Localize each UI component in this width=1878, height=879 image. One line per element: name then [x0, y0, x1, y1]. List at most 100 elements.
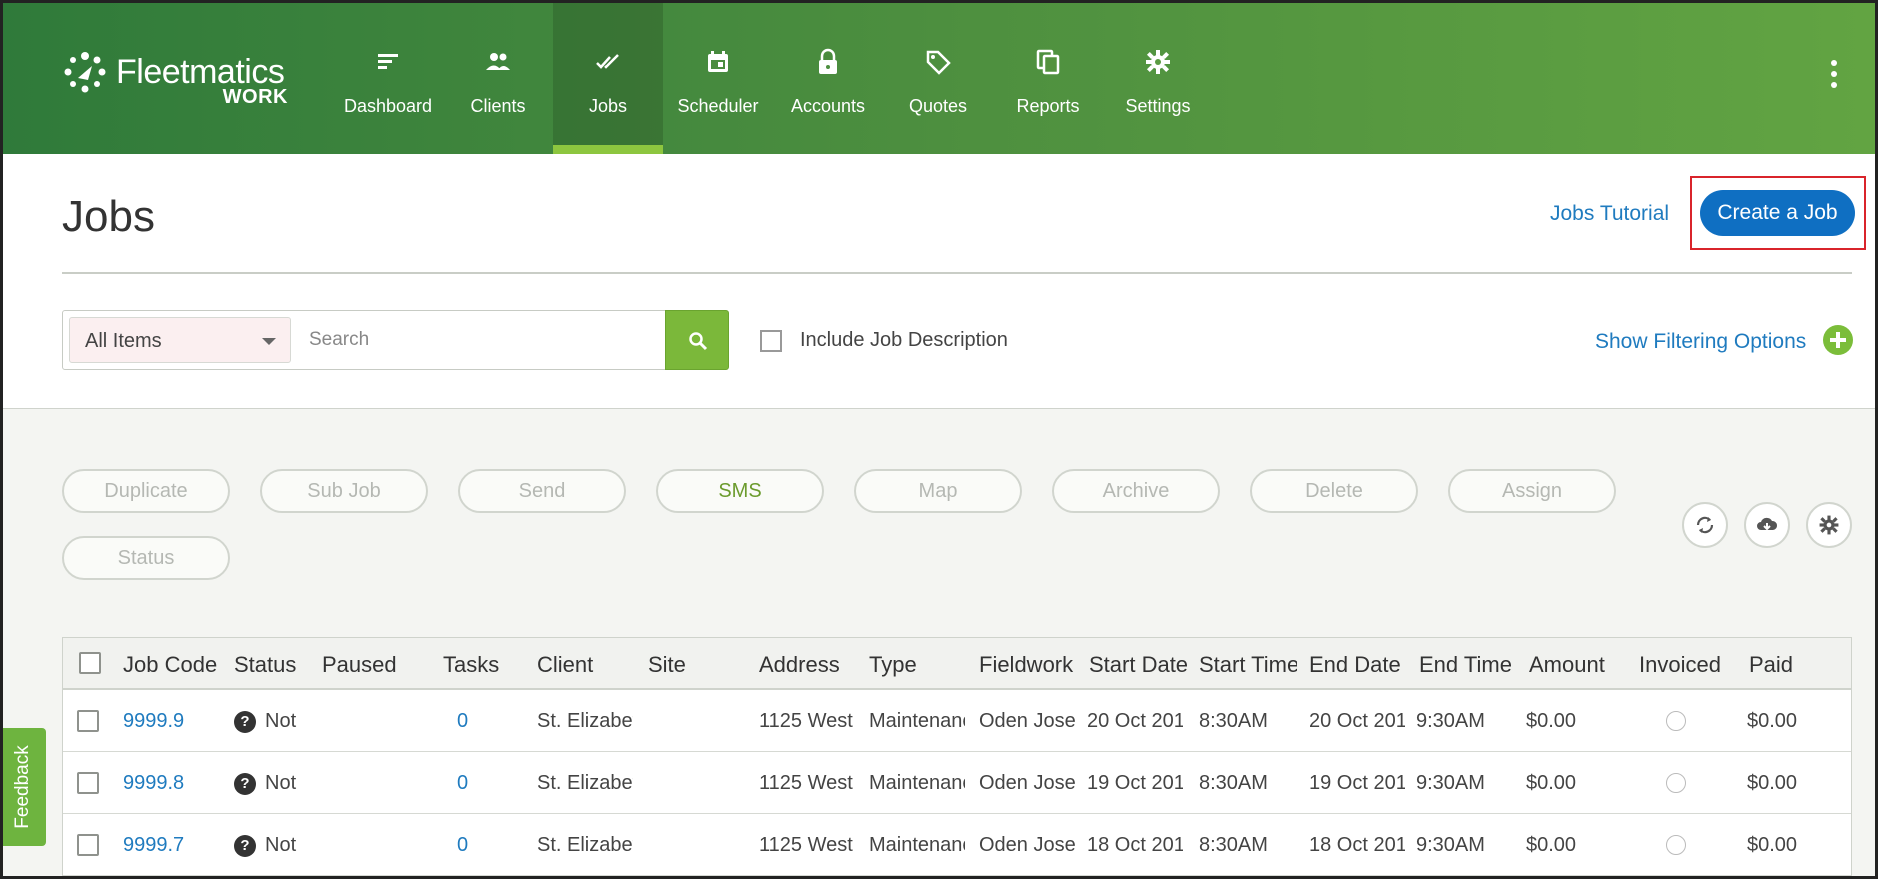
end-time-cell: 9:30AM	[1416, 710, 1485, 732]
delete-button[interactable]: Delete	[1250, 469, 1418, 513]
tasks-link[interactable]: 0	[457, 710, 497, 733]
column-header[interactable]: Job Code	[123, 652, 223, 678]
start-date-cell: 19 Oct 2017	[1087, 772, 1183, 794]
plus-circle-icon[interactable]	[1823, 325, 1853, 355]
nav-accounts[interactable]: Accounts	[773, 0, 883, 154]
more-menu-icon[interactable]	[1822, 60, 1846, 96]
tasks-link[interactable]: 0	[457, 834, 497, 857]
fleetmatics-logo[interactable]: Fleetmatics WORK	[62, 50, 302, 110]
logo-dots-icon	[64, 52, 106, 93]
invoiced-radio[interactable]	[1666, 835, 1686, 855]
question-icon: ?	[234, 835, 256, 857]
column-header[interactable]: Start Time	[1199, 652, 1297, 678]
lock-icon	[819, 48, 837, 74]
amount-cell: $0.00	[1526, 772, 1577, 794]
job-code-link[interactable]: 9999.8	[123, 772, 223, 795]
type-cell: Maintenance	[869, 710, 965, 732]
copy-icon	[1036, 49, 1060, 75]
gear-icon	[1819, 515, 1839, 535]
brand-sub: WORK	[222, 86, 288, 108]
nav-reports[interactable]: Reports	[993, 0, 1103, 154]
sms-button[interactable]: SMS	[656, 469, 824, 513]
page-header: Jobs Jobs Tutorial Create a Job All Item…	[0, 154, 1878, 409]
question-icon: ?	[234, 711, 256, 733]
create-job-button[interactable]: Create a Job	[1700, 190, 1855, 236]
column-header[interactable]: Status	[234, 652, 312, 678]
table-row[interactable]: 9999.8 ? Not 0 St. Elizabeth 1125 West M…	[63, 752, 1851, 814]
nav-label: Reports	[1016, 96, 1080, 116]
address-cell: 1125 West	[759, 710, 853, 732]
table-row[interactable]: 9999.9 ? Not 0 St. Elizabeth 1125 West M…	[63, 690, 1851, 752]
status-cell: Not	[265, 772, 297, 794]
invoiced-radio[interactable]	[1666, 773, 1686, 793]
column-header[interactable]: Tasks	[443, 652, 521, 678]
column-header[interactable]: End Time	[1419, 652, 1519, 678]
include-description-checkbox[interactable]	[760, 330, 782, 352]
address-cell: 1125 West	[759, 772, 853, 794]
dashboard-icon	[378, 54, 398, 69]
invoiced-radio[interactable]	[1666, 711, 1686, 731]
client-cell: St. Elizabeth	[537, 772, 633, 794]
jobs-tutorial-link[interactable]: Jobs Tutorial	[1550, 202, 1669, 226]
download-button[interactable]	[1744, 502, 1790, 548]
nav-settings[interactable]: Settings	[1103, 0, 1213, 154]
column-header[interactable]: Paid	[1749, 652, 1839, 678]
end-date-cell: 18 Oct 2017	[1309, 834, 1405, 856]
start-time-cell: 8:30AM	[1199, 710, 1268, 732]
nav-dashboard[interactable]: Dashboard	[333, 0, 443, 154]
end-time-cell: 9:30AM	[1416, 772, 1485, 794]
jobs-table: Job Code Status Paused Tasks Client Site…	[62, 637, 1852, 876]
row-checkbox[interactable]	[77, 834, 99, 856]
row-checkbox[interactable]	[77, 710, 99, 732]
show-filtering-options-link[interactable]: Show Filtering Options	[1595, 330, 1806, 354]
type-cell: Maintenance	[869, 772, 965, 794]
start-time-cell: 8:30AM	[1199, 772, 1268, 794]
nav-clients[interactable]: Clients	[443, 0, 553, 154]
item-filter-select[interactable]: All Items	[69, 317, 291, 363]
start-date-cell: 20 Oct 2017	[1087, 710, 1183, 732]
table-settings-button[interactable]	[1806, 502, 1852, 548]
start-date-cell: 18 Oct 2017	[1087, 834, 1183, 856]
column-header[interactable]: Paused	[322, 652, 418, 678]
nav-scheduler[interactable]: Scheduler	[663, 0, 773, 154]
status-button[interactable]: Status	[62, 536, 230, 580]
send-button[interactable]: Send	[458, 469, 626, 513]
column-header[interactable]: Invoiced	[1639, 652, 1739, 678]
sub-job-button[interactable]: Sub Job	[260, 469, 428, 513]
jobs-check-icon	[596, 54, 619, 69]
map-button[interactable]: Map	[854, 469, 1022, 513]
archive-button[interactable]: Archive	[1052, 469, 1220, 513]
feedback-tab[interactable]: Feedback	[0, 728, 46, 846]
amount-cell: $0.00	[1526, 710, 1577, 732]
assign-button[interactable]: Assign	[1448, 469, 1616, 513]
paid-cell: $0.00	[1747, 834, 1798, 856]
column-header[interactable]: Type	[869, 652, 965, 678]
tag-icon	[926, 50, 951, 75]
table-row[interactable]: 9999.7 ? Not 0 St. Elizabeth 1125 West M…	[63, 814, 1851, 876]
job-code-link[interactable]: 9999.9	[123, 710, 223, 733]
cloud-download-icon	[1757, 517, 1778, 531]
tasks-link[interactable]: 0	[457, 772, 497, 795]
search-input[interactable]	[299, 317, 657, 363]
nav-label: Dashboard	[343, 96, 433, 116]
job-code-link[interactable]: 9999.7	[123, 834, 223, 857]
divider	[62, 272, 1852, 274]
search-button[interactable]	[665, 310, 729, 370]
select-all-checkbox[interactable]	[79, 652, 101, 674]
nav-label: Clients	[470, 96, 526, 116]
column-header[interactable]: End Date	[1309, 652, 1409, 678]
column-header[interactable]: Amount	[1529, 652, 1629, 678]
duplicate-button[interactable]: Duplicate	[62, 469, 230, 513]
include-description-label: Include Job Description	[800, 329, 1008, 351]
column-header[interactable]: Site	[648, 652, 728, 678]
row-checkbox[interactable]	[77, 772, 99, 794]
nav-jobs[interactable]: Jobs	[553, 0, 663, 154]
column-header[interactable]: Client	[537, 652, 633, 678]
refresh-button[interactable]	[1682, 502, 1728, 548]
column-header[interactable]: Address	[759, 652, 855, 678]
fieldwork-cell: Oden Jose	[979, 834, 1076, 856]
nav-quotes[interactable]: Quotes	[883, 0, 993, 154]
column-header[interactable]: Start Date	[1089, 652, 1187, 678]
column-header[interactable]: Fieldwork	[979, 652, 1079, 678]
client-cell: St. Elizabeth	[537, 834, 633, 856]
